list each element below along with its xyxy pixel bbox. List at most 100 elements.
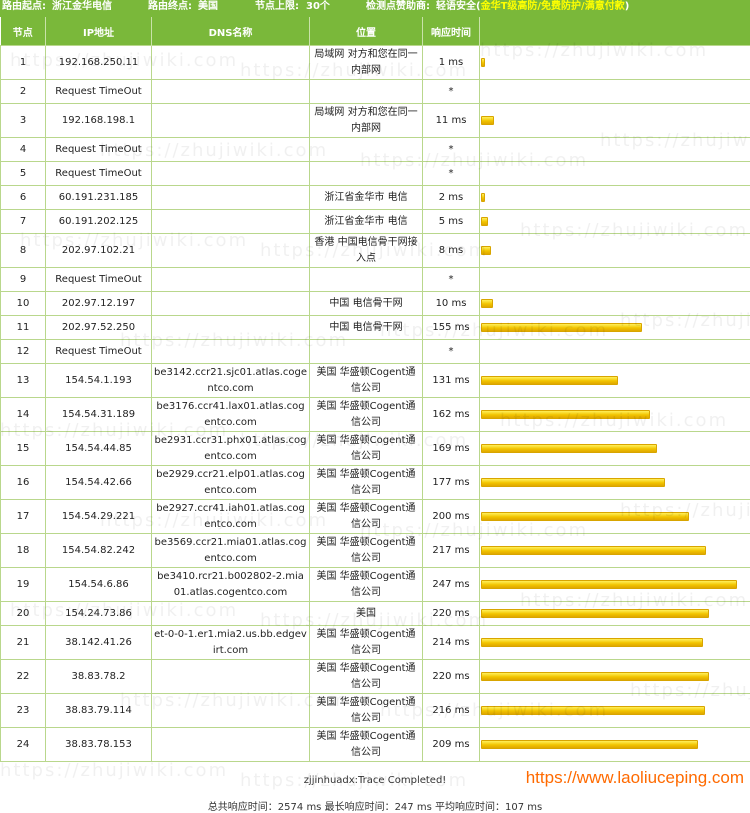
latency-bar-cell [480, 340, 750, 364]
response-time-cell: 214 ms [423, 626, 480, 660]
hop-cell: 22 [1, 660, 46, 694]
latency-bar [481, 299, 493, 308]
latency-bar [481, 706, 705, 715]
dest-label: 路由终点: [148, 0, 192, 13]
hop-cell: 7 [1, 210, 46, 234]
dns-cell: be3410.rcr21.b002802-2.mia01.atlas.cogen… [152, 568, 310, 602]
trace-table: 节点 IP地址 DNS名称 位置 响应时间 1192.168.250.11局域网… [0, 17, 750, 762]
table-row: 8202.97.102.21香港 中国电信骨干网接入点8 ms [1, 234, 750, 268]
response-time-cell: 217 ms [423, 534, 480, 568]
hop-cell: 14 [1, 398, 46, 432]
location-cell: 美国 华盛顿Cogent通信公司 [310, 364, 423, 398]
location-cell: 美国 华盛顿Cogent通信公司 [310, 568, 423, 602]
dns-cell [152, 234, 310, 268]
location-cell: 浙江省金华市 电信 [310, 186, 423, 210]
table-row: 13154.54.1.193be3142.ccr21.sjc01.atlas.c… [1, 364, 750, 398]
dns-cell [152, 660, 310, 694]
ip-cell: 154.54.1.193 [46, 364, 152, 398]
col-bar [480, 17, 750, 46]
location-cell [310, 138, 423, 162]
location-cell [310, 162, 423, 186]
table-row: 760.191.202.125浙江省金华市 电信5 ms [1, 210, 750, 234]
dns-cell: be2927.ccr41.iah01.atlas.cogentco.com [152, 500, 310, 534]
table-header: 节点 IP地址 DNS名称 位置 响应时间 [1, 17, 750, 46]
hop-cell: 5 [1, 162, 46, 186]
table-row: 14154.54.31.189be3176.ccr41.lax01.atlas.… [1, 398, 750, 432]
hop-cell: 13 [1, 364, 46, 398]
latency-bar-cell [480, 728, 750, 762]
location-cell: 美国 华盛顿Cogent通信公司 [310, 660, 423, 694]
hop-cell: 19 [1, 568, 46, 602]
limit-value: 30个 [306, 0, 330, 13]
table-row: 2138.142.41.26et-0-0-1.er1.mia2.us.bb.ed… [1, 626, 750, 660]
dns-cell [152, 46, 310, 80]
ip-cell: 38.83.78.2 [46, 660, 152, 694]
latency-bar [481, 58, 485, 67]
ip-cell: Request TimeOut [46, 268, 152, 292]
response-time-cell: 220 ms [423, 602, 480, 626]
dns-cell [152, 268, 310, 292]
latency-bar-cell [480, 234, 750, 268]
hop-cell: 9 [1, 268, 46, 292]
latency-bar-cell [480, 534, 750, 568]
response-time-cell: 169 ms [423, 432, 480, 466]
latency-bar-cell [480, 104, 750, 138]
ip-cell: 192.168.198.1 [46, 104, 152, 138]
dest-value: 美国 [198, 0, 218, 13]
response-time-cell: 216 ms [423, 694, 480, 728]
table-row: 3192.168.198.1局域网 对方和您在同一内部网11 ms [1, 104, 750, 138]
dns-cell [152, 340, 310, 364]
hop-cell: 18 [1, 534, 46, 568]
table-row: 4Request TimeOut* [1, 138, 750, 162]
response-time-cell: * [423, 80, 480, 104]
location-cell [310, 80, 423, 104]
hop-cell: 1 [1, 46, 46, 80]
ip-cell: 38.83.78.153 [46, 728, 152, 762]
latency-bar [481, 638, 703, 647]
origin-label: 路由起点: [2, 0, 46, 13]
ip-cell: 154.24.73.86 [46, 602, 152, 626]
latency-bar [481, 323, 642, 332]
table-row: 16154.54.42.66be2929.ccr21.elp01.atlas.c… [1, 466, 750, 500]
dns-cell [152, 292, 310, 316]
latency-bar-cell [480, 660, 750, 694]
ip-cell: 60.191.202.125 [46, 210, 152, 234]
hop-cell: 4 [1, 138, 46, 162]
hop-cell: 15 [1, 432, 46, 466]
latency-bar-cell [480, 602, 750, 626]
col-dns: DNS名称 [152, 17, 310, 46]
location-cell: 美国 华盛顿Cogent通信公司 [310, 728, 423, 762]
dns-cell [152, 162, 310, 186]
dns-cell [152, 104, 310, 138]
ip-cell: 202.97.102.21 [46, 234, 152, 268]
ip-cell: 154.54.31.189 [46, 398, 152, 432]
limit-label: 节点上限: [255, 0, 299, 13]
location-cell [310, 340, 423, 364]
location-cell: 香港 中国电信骨干网接入点 [310, 234, 423, 268]
latency-bar-cell [480, 80, 750, 104]
latency-bar [481, 116, 494, 125]
response-time-cell: 209 ms [423, 728, 480, 762]
response-time-cell: 10 ms [423, 292, 480, 316]
ip-cell: 154.54.42.66 [46, 466, 152, 500]
response-time-cell: 11 ms [423, 104, 480, 138]
dns-cell: be2931.ccr31.phx01.atlas.cogentco.com [152, 432, 310, 466]
latency-bar [481, 217, 488, 226]
latency-bar [481, 478, 665, 487]
dns-cell: be3176.ccr41.lax01.atlas.cogentco.com [152, 398, 310, 432]
dns-cell: be2929.ccr21.elp01.atlas.cogentco.com [152, 466, 310, 500]
ip-cell: Request TimeOut [46, 138, 152, 162]
sponsor-offer-link[interactable]: 金华T级高防/免费防护/满意付款 [481, 1, 625, 12]
dns-cell [152, 186, 310, 210]
dns-cell [152, 728, 310, 762]
col-hop: 节点 [1, 17, 46, 46]
sponsor-info: 轻语安全(金华T级高防/免费防护/满意付款) [436, 0, 629, 13]
location-cell: 局域网 对方和您在同一内部网 [310, 104, 423, 138]
hop-cell: 21 [1, 626, 46, 660]
hop-cell: 11 [1, 316, 46, 340]
sponsor-name-link[interactable]: 轻语安全 [436, 1, 476, 12]
response-time-cell: 247 ms [423, 568, 480, 602]
ip-cell: 38.142.41.26 [46, 626, 152, 660]
table-row: 11202.97.52.250中国 电信骨干网155 ms [1, 316, 750, 340]
route-info-bar: 路由起点: 浙江金华电信 路由终点: 美国 节点上限: 30个 检测点赞助商: … [0, 0, 750, 17]
